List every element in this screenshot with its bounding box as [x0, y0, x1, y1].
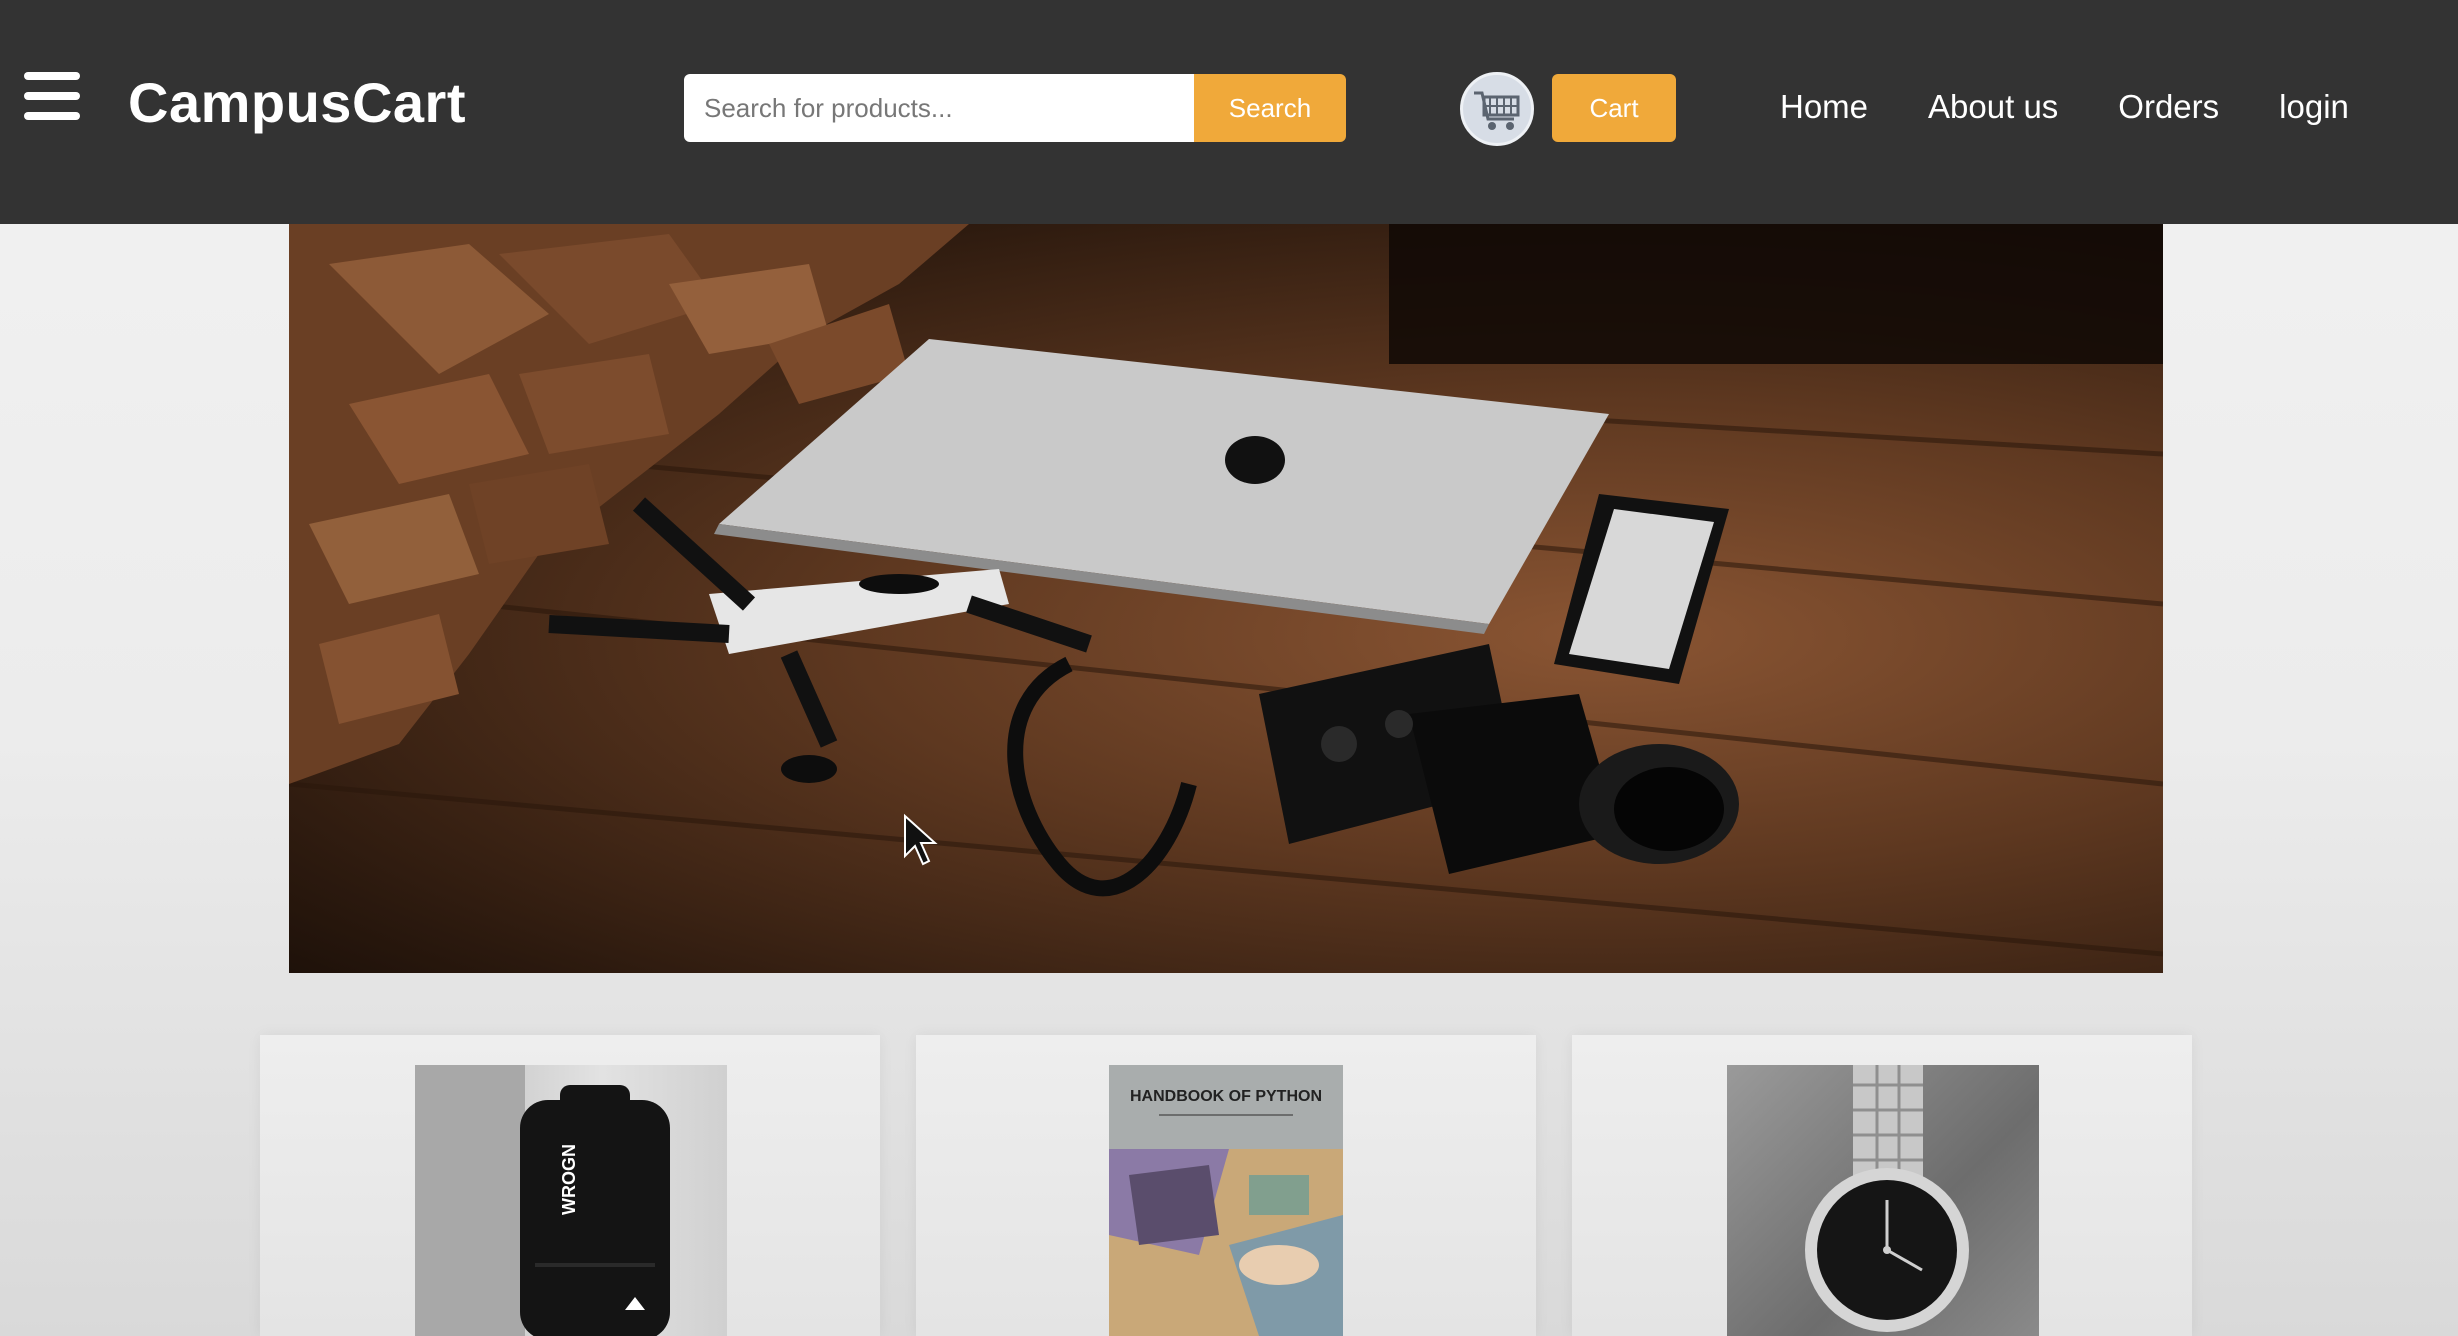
- product-card-backpack[interactable]: WROGN: [260, 1035, 880, 1336]
- main-nav: Home About us Orders login: [1780, 88, 2349, 126]
- product-image-python-book[interactable]: HANDBOOK OF PYTHON: [1109, 1065, 1343, 1336]
- hamburger-menu-icon[interactable]: [24, 72, 80, 120]
- book-title-text: HANDBOOK OF PYTHON: [1130, 1088, 1322, 1105]
- nav-link-login[interactable]: login: [2279, 88, 2349, 126]
- product-image-backpack[interactable]: WROGN: [415, 1065, 727, 1336]
- shopping-cart-icon[interactable]: [1460, 72, 1534, 146]
- nav-link-orders[interactable]: Orders: [2118, 88, 2219, 126]
- nav-link-about-us[interactable]: About us: [1928, 88, 2058, 126]
- nav-link-home[interactable]: Home: [1780, 88, 1868, 126]
- search-bar: Search: [684, 74, 1346, 142]
- cart-button[interactable]: Cart: [1552, 74, 1676, 142]
- product-card-watch[interactable]: [1572, 1035, 2192, 1336]
- product-card-python-book[interactable]: HANDBOOK OF PYTHON: [916, 1035, 1536, 1336]
- backpack-brand-text: WROGN: [559, 1144, 579, 1215]
- product-image-watch[interactable]: [1727, 1065, 2039, 1336]
- top-navbar: CampusCart Search Cart Home About us Ord…: [0, 0, 2458, 224]
- brand-logo[interactable]: CampusCart: [128, 70, 466, 135]
- search-input[interactable]: [684, 74, 1194, 142]
- hero-banner-image: [289, 224, 2163, 973]
- search-button[interactable]: Search: [1194, 74, 1346, 142]
